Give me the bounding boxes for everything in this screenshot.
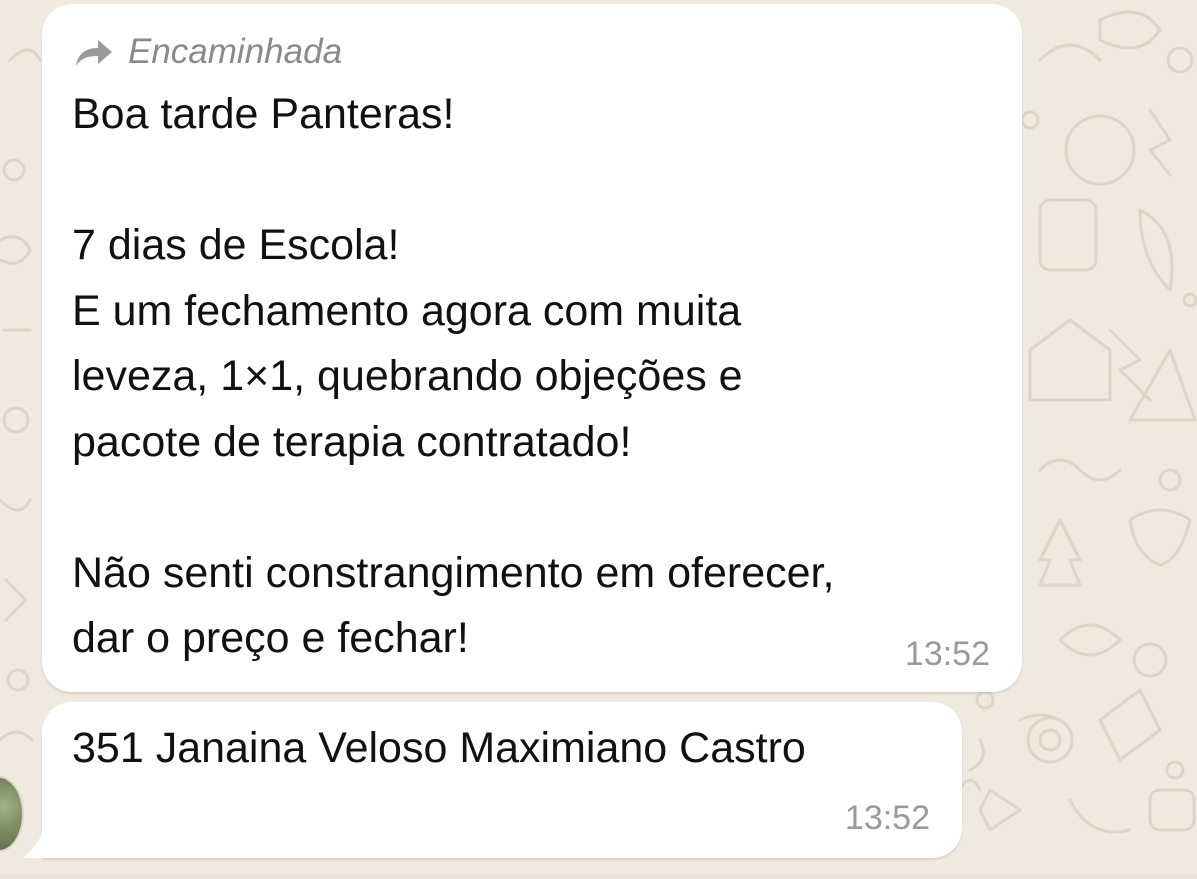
message-text: Boa tarde Panteras! 7 dias de Escola! E … bbox=[72, 90, 835, 662]
forwarded-message-bubble[interactable]: Encaminhada Boa tarde Panteras! 7 dias d… bbox=[42, 4, 1022, 692]
forwarded-label: Encaminhada bbox=[128, 32, 343, 71]
forward-arrow-icon bbox=[74, 37, 114, 67]
message-timestamp: 13:52 bbox=[904, 635, 990, 673]
message-text: 351 Janaina Veloso Maximiano Castro bbox=[72, 724, 806, 772]
message-timestamp: 13:52 bbox=[844, 799, 930, 837]
bubble-tail bbox=[22, 820, 46, 858]
message-bubble[interactable]: 351 Janaina Veloso Maximiano Castro 13:5… bbox=[42, 702, 962, 858]
forwarded-indicator: Encaminhada bbox=[74, 32, 342, 72]
